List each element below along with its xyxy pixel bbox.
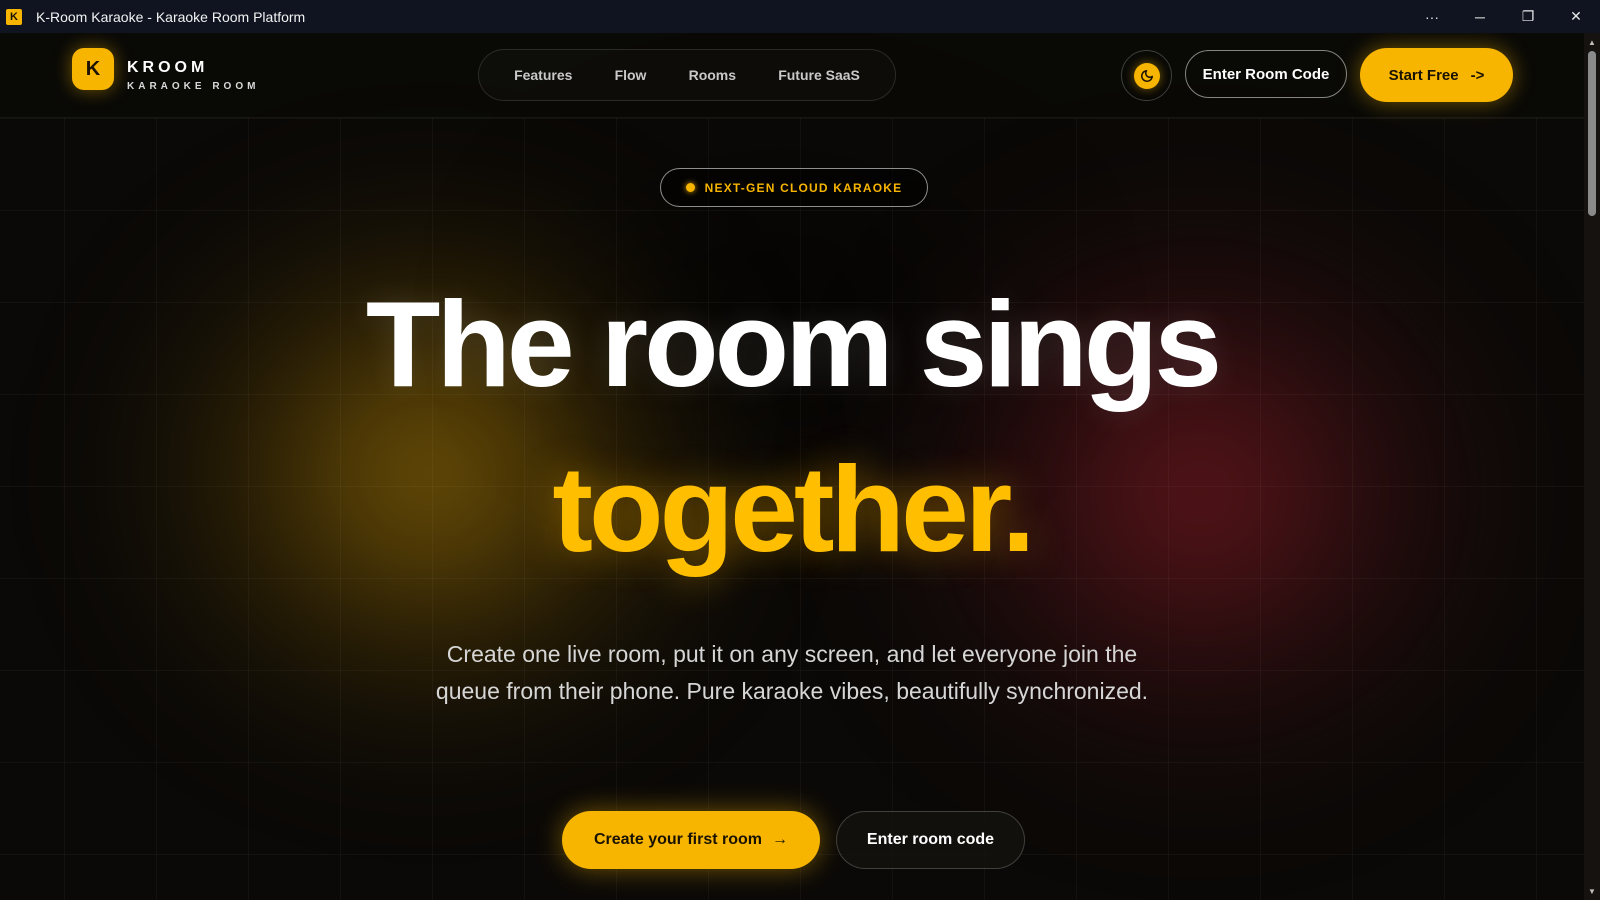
hero-headline-line1: The room sings [365,276,1222,412]
scroll-up-icon[interactable]: ▲ [1584,35,1600,49]
hero-headline-line2: together. [552,441,1035,577]
app-icon: K [6,8,22,25]
arrow-right-icon: → [772,831,789,848]
brand-name: KROOM [127,59,209,76]
theme-toggle-button[interactable] [1121,50,1172,101]
badge-label: NEXT-GEN CLOUD KARAOKE [704,180,903,195]
scrollbar-thumb[interactable] [1588,51,1596,216]
nav-rooms[interactable]: Rooms [689,67,736,83]
logo-mark[interactable]: K [72,48,114,90]
window-title: K-Room Karaoke - Karaoke Room Platform [36,8,306,25]
more-options-icon[interactable]: ··· [1408,0,1456,33]
nav-features[interactable]: Features [514,67,572,83]
site-header: K KROOM KARAOKE ROOM Features Flow Rooms… [0,33,1584,118]
minimize-icon[interactable]: ─ [1456,0,1504,33]
brand-subtitle: KARAOKE ROOM [127,81,260,92]
create-first-room-button[interactable]: Create your first room → [562,811,820,869]
window-controls: ··· ─ ❐ ✕ [1408,0,1600,33]
start-free-button[interactable]: Start Free -> [1360,48,1513,102]
nav-future-saas[interactable]: Future SaaS [778,67,860,83]
page-viewport: K KROOM KARAOKE ROOM Features Flow Rooms… [0,33,1584,900]
hero-badge: NEXT-GEN CLOUD KARAOKE [660,168,928,207]
enter-room-code-secondary-button[interactable]: Enter room code [836,811,1025,869]
scroll-down-icon[interactable]: ▼ [1584,884,1600,898]
moon-icon [1133,62,1160,89]
main-nav: Features Flow Rooms Future SaaS [478,49,896,101]
page-scrollbar[interactable]: ▲ ▼ [1584,33,1600,900]
start-free-label: Start Free [1388,66,1459,84]
nav-flow[interactable]: Flow [615,67,647,83]
arrow-right-icon: -> [1470,66,1485,84]
hero-subtext: Create one live room, put it on any scre… [435,641,1149,704]
create-first-room-label: Create your first room [593,831,763,848]
badge-dot-icon [685,183,695,192]
close-icon[interactable]: ✕ [1552,0,1600,33]
window-title-bar: K K-Room Karaoke - Karaoke Room Platform… [0,0,1600,33]
enter-room-code-button[interactable]: Enter Room Code [1185,50,1347,98]
restore-icon[interactable]: ❐ [1504,0,1552,33]
